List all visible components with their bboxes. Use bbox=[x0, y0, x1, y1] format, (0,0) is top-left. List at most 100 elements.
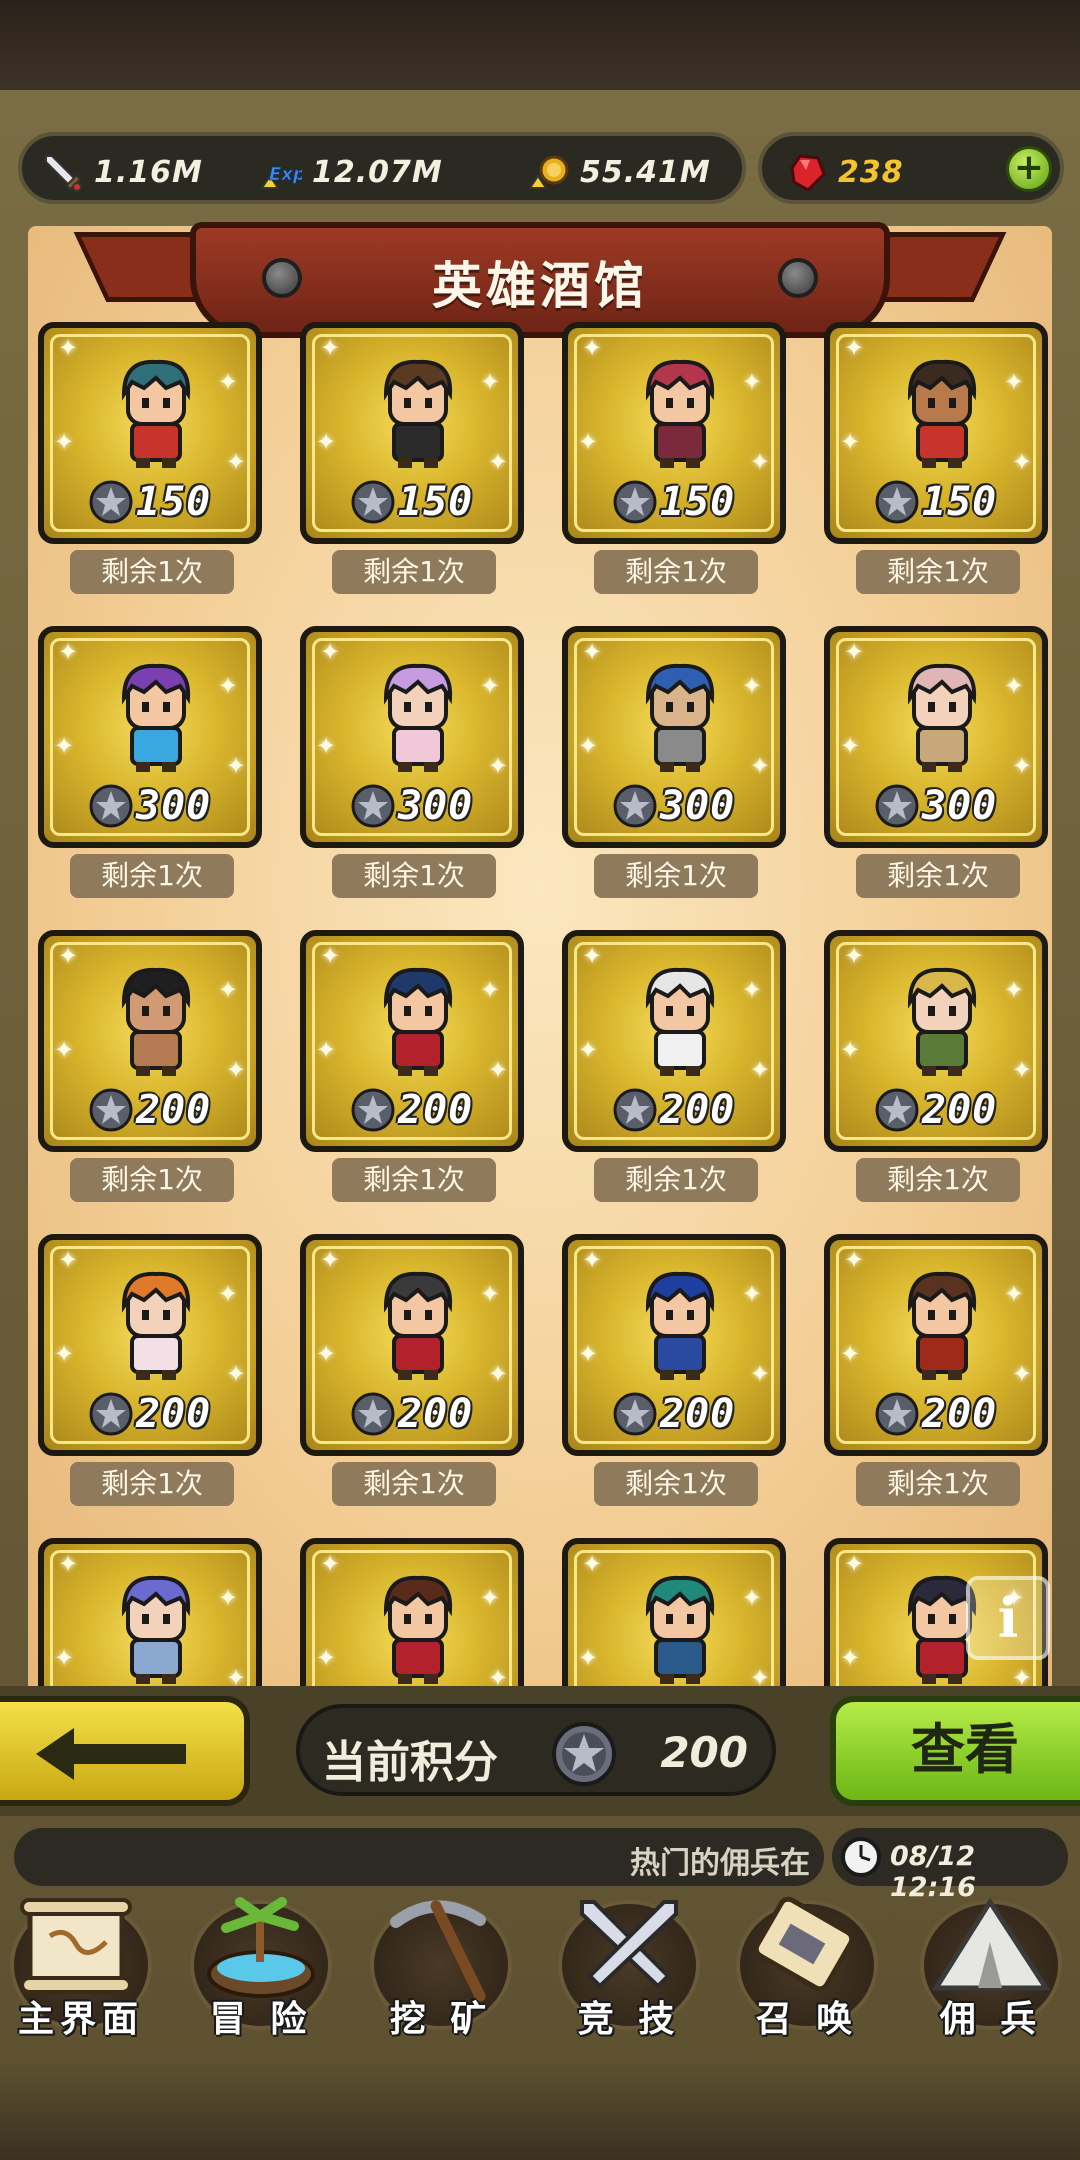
sparkle-icon: ✦ bbox=[487, 448, 508, 476]
sparkle-icon: ✦ bbox=[479, 368, 500, 396]
nav-summon[interactable]: 召 唤 bbox=[722, 1892, 892, 2042]
remaining-uses-label: 剩余1次 bbox=[856, 854, 1020, 898]
back-button[interactable] bbox=[0, 1696, 250, 1806]
nav-arena[interactable]: 竞 技 bbox=[544, 1892, 714, 2042]
sparkle-icon: ✦ bbox=[225, 752, 246, 780]
hero-card[interactable]: ✦ ✦ ✦ ✦ 150 剩余1次 bbox=[824, 322, 1048, 594]
nav-mining[interactable]: 挖 矿 bbox=[356, 1892, 526, 2042]
sparkle-icon: ✦ bbox=[1011, 752, 1032, 780]
nav-mercenary[interactable]: 佣 兵 bbox=[906, 1892, 1076, 2042]
hero-card-frame[interactable]: ✦ ✦ ✦ ✦ 150 bbox=[562, 322, 786, 544]
remaining-uses-label: 剩余1次 bbox=[70, 854, 234, 898]
hero-cost: 300 bbox=[612, 782, 735, 830]
bottom-band bbox=[0, 2060, 1080, 2160]
hero-card[interactable]: ✦ ✦ ✦ ✦ 300 剩余1次 bbox=[300, 626, 524, 898]
hero-card-frame[interactable]: ✦ ✦ ✦ ✦ 300 bbox=[824, 626, 1048, 848]
sparkle-icon: ✦ bbox=[479, 976, 500, 1004]
sparkle-icon: ✦ bbox=[316, 1644, 337, 1672]
hero-cost: 300 bbox=[874, 782, 997, 830]
sparkle-icon: ✦ bbox=[582, 334, 603, 362]
info-button[interactable]: i bbox=[966, 1576, 1050, 1660]
hero-card[interactable]: ✦ ✦ ✦ ✦ 200 剩余1次 bbox=[562, 930, 786, 1202]
hero-card-frame[interactable]: ✦ ✦ ✦ ✦ 150 bbox=[38, 322, 262, 544]
hero-cost-value: 150 bbox=[398, 479, 474, 525]
star-coin-icon bbox=[89, 1088, 133, 1132]
sparkle-icon: ✦ bbox=[217, 1280, 238, 1308]
star-coin-icon bbox=[875, 480, 919, 524]
sparkle-icon: ✦ bbox=[54, 428, 75, 456]
hero-portrait-icon bbox=[907, 967, 977, 1076]
hero-card-frame[interactable]: ✦ ✦ ✦ ✦ bbox=[38, 1538, 262, 1692]
hero-card[interactable]: ✦ ✦ ✦ ✦ 150 剩余1次 bbox=[38, 322, 262, 594]
sparkle-icon: ✦ bbox=[578, 1340, 599, 1368]
hero-cost-value: 200 bbox=[922, 1087, 998, 1133]
hero-cost-value: 200 bbox=[398, 1391, 474, 1437]
bottom-nav: 主界面 冒 险 挖 矿 竞 技 召 唤 佣 兵 bbox=[0, 1892, 1080, 2042]
page-title: 英雄酒馆 bbox=[432, 257, 648, 315]
hero-card[interactable]: ✦ ✦ ✦ ✦ 150 剩余1次 bbox=[562, 322, 786, 594]
hero-card-frame[interactable]: ✦ ✦ ✦ ✦ 300 bbox=[38, 626, 262, 848]
hero-cost-value: 300 bbox=[660, 783, 736, 829]
hero-card[interactable]: ✦ ✦ ✦ ✦ 300 剩余1次 bbox=[562, 626, 786, 898]
hero-card-frame[interactable]: ✦ ✦ ✦ ✦ 200 bbox=[824, 1234, 1048, 1456]
hero-card-frame[interactable]: ✦ ✦ ✦ ✦ 200 bbox=[824, 930, 1048, 1152]
star-coin-icon bbox=[89, 480, 133, 524]
hero-card-frame[interactable]: ✦ ✦ ✦ ✦ 200 bbox=[38, 1234, 262, 1456]
remaining-uses-label: 剩余1次 bbox=[332, 854, 496, 898]
sparkle-icon: ✦ bbox=[582, 1550, 603, 1578]
hero-card-frame[interactable]: ✦ ✦ ✦ ✦ 300 bbox=[300, 626, 524, 848]
sparkle-icon: ✦ bbox=[217, 976, 238, 1004]
hero-card[interactable]: ✦ ✦ ✦ ✦ bbox=[38, 1538, 262, 1692]
sparkle-icon: ✦ bbox=[741, 672, 762, 700]
hero-cost: 300 bbox=[350, 782, 473, 830]
sparkle-icon: ✦ bbox=[582, 942, 603, 970]
hero-card-frame[interactable]: ✦ ✦ ✦ ✦ 200 bbox=[562, 930, 786, 1152]
hero-card[interactable]: ✦ ✦ ✦ ✦ 200 剩余1次 bbox=[38, 1234, 262, 1506]
remaining-uses-label: 剩余1次 bbox=[856, 1462, 1020, 1506]
sparkle-icon: ✦ bbox=[1011, 1056, 1032, 1084]
hero-card-frame[interactable]: ✦ ✦ ✦ ✦ 200 bbox=[38, 930, 262, 1152]
nav-main[interactable]: 主界面 bbox=[0, 1892, 166, 2042]
hero-card-frame[interactable]: ✦ ✦ ✦ ✦ 300 bbox=[562, 626, 786, 848]
hero-cost: 200 bbox=[612, 1086, 735, 1134]
exp-value: 12.07M bbox=[312, 154, 443, 190]
hero-cost-value: 150 bbox=[660, 479, 736, 525]
sparkle-icon: ✦ bbox=[840, 1036, 861, 1064]
ticker-text: 热门的佣兵在 bbox=[630, 1846, 810, 1881]
top-band bbox=[0, 0, 1080, 90]
hero-card-frame[interactable]: ✦ ✦ ✦ ✦ 150 bbox=[824, 322, 1048, 544]
hero-card-frame[interactable]: ✦ ✦ ✦ ✦ bbox=[300, 1538, 524, 1692]
sparkle-icon: ✦ bbox=[316, 1036, 337, 1064]
hero-card[interactable]: ✦ ✦ ✦ ✦ bbox=[562, 1538, 786, 1692]
remaining-uses-label: 剩余1次 bbox=[332, 1158, 496, 1202]
hero-portrait-icon bbox=[645, 967, 715, 1076]
hero-card[interactable]: ✦ ✦ ✦ ✦ 200 剩余1次 bbox=[300, 1234, 524, 1506]
hero-card[interactable]: ✦ ✦ ✦ ✦ 300 剩余1次 bbox=[824, 626, 1048, 898]
star-coin-icon bbox=[351, 784, 395, 828]
nav-adventure[interactable]: 冒 险 bbox=[176, 1892, 346, 2042]
hero-card-frame[interactable]: ✦ ✦ ✦ ✦ 200 bbox=[562, 1234, 786, 1456]
hero-card[interactable]: ✦ ✦ ✦ ✦ 300 剩余1次 bbox=[38, 626, 262, 898]
view-button[interactable]: 查看 bbox=[830, 1696, 1080, 1806]
hero-card[interactable]: ✦ ✦ ✦ ✦ 200 剩余1次 bbox=[300, 930, 524, 1202]
hero-card-frame[interactable]: ✦ ✦ ✦ ✦ 150 bbox=[300, 322, 524, 544]
sparkle-icon: ✦ bbox=[217, 368, 238, 396]
sparkle-icon: ✦ bbox=[578, 732, 599, 760]
hero-card-frame[interactable]: ✦ ✦ ✦ ✦ 200 bbox=[300, 1234, 524, 1456]
hero-portrait-icon bbox=[383, 1575, 453, 1684]
hero-card[interactable]: ✦ ✦ ✦ ✦ 200 剩余1次 bbox=[562, 1234, 786, 1506]
star-coin-icon bbox=[89, 1392, 133, 1436]
star-coin-icon bbox=[613, 1088, 657, 1132]
hero-card[interactable]: ✦ ✦ ✦ ✦ 200 剩余1次 bbox=[824, 1234, 1048, 1506]
hero-card-frame[interactable]: ✦ ✦ ✦ ✦ bbox=[562, 1538, 786, 1692]
star-coin-icon bbox=[613, 1392, 657, 1436]
sparkle-icon: ✦ bbox=[840, 428, 861, 456]
hero-card[interactable]: ✦ ✦ ✦ ✦ 150 剩余1次 bbox=[300, 322, 524, 594]
sparkle-icon: ✦ bbox=[741, 368, 762, 396]
exp-icon: Exp bbox=[260, 164, 302, 189]
hero-card[interactable]: ✦ ✦ ✦ ✦ bbox=[300, 1538, 524, 1692]
hero-card-frame[interactable]: ✦ ✦ ✦ ✦ 200 bbox=[300, 930, 524, 1152]
hero-card[interactable]: ✦ ✦ ✦ ✦ 200 剩余1次 bbox=[38, 930, 262, 1202]
hero-card[interactable]: ✦ ✦ ✦ ✦ 200 剩余1次 bbox=[824, 930, 1048, 1202]
add-gems-button[interactable]: + bbox=[1006, 146, 1052, 192]
